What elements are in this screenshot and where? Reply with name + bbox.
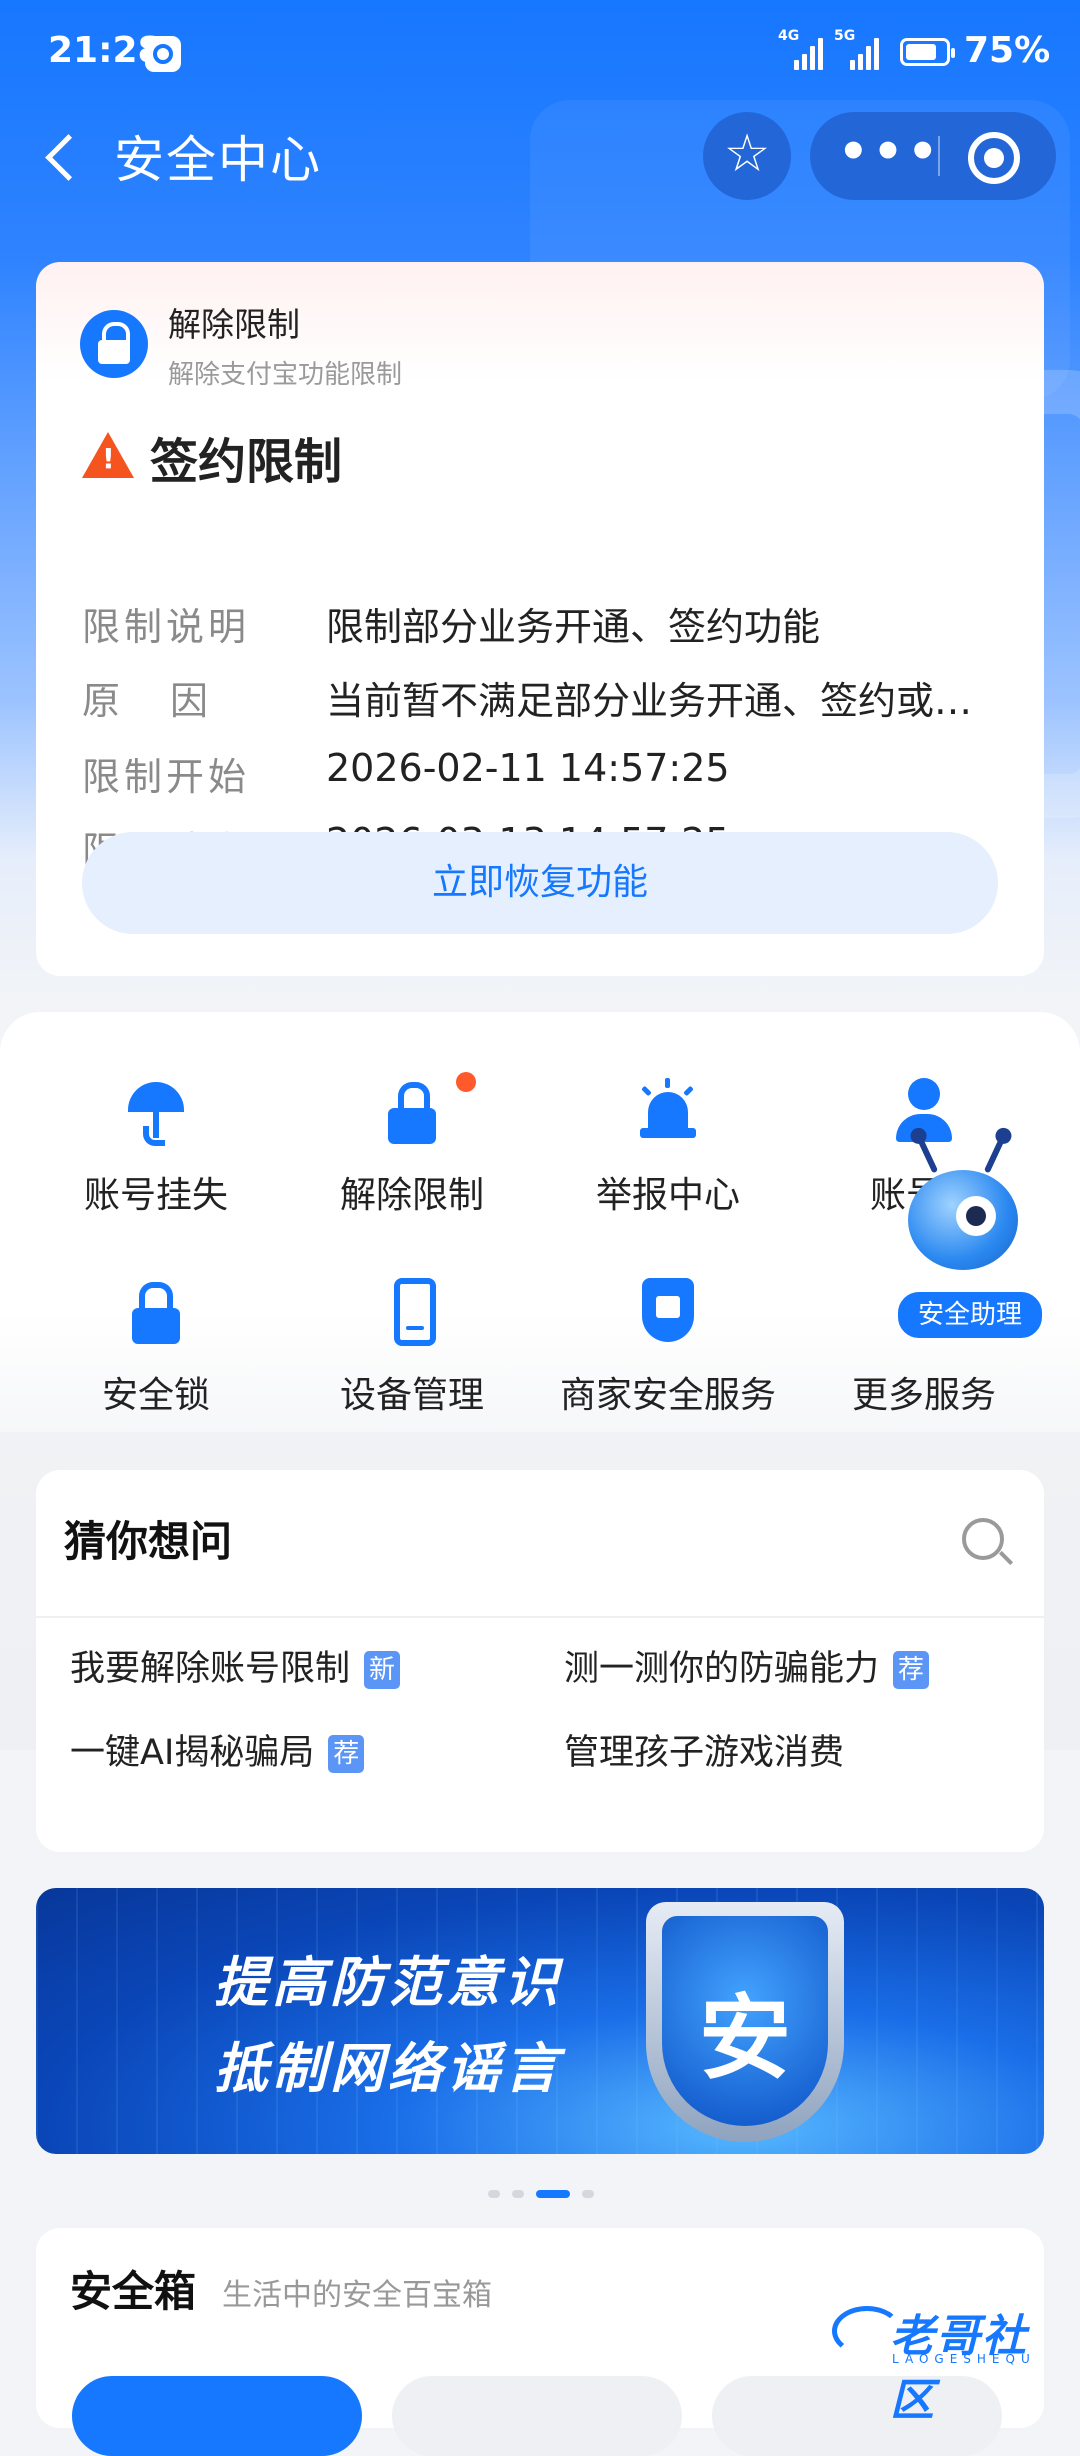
banner-pagination: [488, 2190, 594, 2198]
service-label: 更多服务: [851, 1375, 996, 1416]
warning-icon: !: [82, 432, 134, 478]
page-dot-active: [536, 2190, 570, 2198]
row-value: 限制部分业务开通、签约功能: [326, 605, 821, 649]
banner-line1: 提高防范意识: [214, 1951, 562, 2014]
faq-item[interactable]: 一键AI揭秘骗局荐: [70, 1724, 365, 1775]
battery-icon: [900, 38, 955, 66]
robot-icon: [908, 1170, 1018, 1270]
restriction-card: 解除限制 解除支付宝功能限制 ! 签约限制 限制说明 限制部分业务开通、签约功能…: [36, 262, 1044, 976]
safe-box-tab[interactable]: [392, 2376, 682, 2456]
row-key: 限制说明: [82, 605, 251, 649]
service-label: 商家安全服务: [559, 1375, 776, 1416]
watermark-subtext: LAOGESHEQU: [892, 2352, 1036, 2366]
unlock-icon: [80, 310, 148, 378]
row-value: 2026-02-11 14:57:25: [326, 746, 730, 790]
divider: [36, 1616, 1044, 1618]
page-dot: [488, 2190, 500, 2198]
page-dot: [512, 2190, 524, 2198]
shield-char: 安: [698, 1985, 791, 2092]
unlock-icon: [382, 1078, 442, 1146]
miniapp-capsule: •••: [810, 112, 1056, 200]
page-title: 安全中心: [114, 131, 322, 189]
page-dot: [582, 2190, 594, 2198]
faq-card: 猜你想问 我要解除账号限制新 测一测你的防骗能力荐 一键AI揭秘骗局荐 管理孩子…: [36, 1470, 1044, 1852]
service-label: 安全锁: [101, 1375, 210, 1416]
more-button[interactable]: •••: [838, 128, 938, 180]
row-value: 当前暂不满足部分业务开通、签约或…: [326, 679, 973, 723]
network-type-label: 4G: [778, 28, 800, 44]
assistant-label: 安全助理: [896, 1290, 1044, 1340]
promo-banner[interactable]: 提高防范意识 抵制网络谣言 安: [36, 1888, 1044, 2154]
battery-percent: 75%: [964, 30, 1051, 71]
service-label: 解除限制: [339, 1175, 484, 1216]
restore-function-button[interactable]: 立即恢复功能: [82, 832, 998, 934]
signal-4g-icon: 4G: [778, 28, 826, 70]
capsule-divider: [938, 136, 940, 176]
watermark-logo: 老哥社区 LAOGESHEQU: [832, 2300, 1072, 2426]
new-tag: 新: [364, 1651, 401, 1689]
alarm-icon: [638, 1078, 698, 1146]
favorite-button[interactable]: ☆: [703, 112, 791, 200]
close-miniapp-button[interactable]: [968, 132, 1020, 184]
row-key: 原因: [82, 679, 259, 723]
phone-icon: [382, 1278, 442, 1346]
faq-item[interactable]: 管理孩子游戏消费: [564, 1724, 844, 1775]
restriction-type-title: 签约限制: [150, 434, 343, 490]
security-assistant-button[interactable]: 安全助理: [880, 1130, 1044, 1350]
umbrella-icon: [126, 1078, 186, 1146]
faq-item[interactable]: 测一测你的防骗能力荐: [564, 1640, 930, 1691]
service-label: 举报中心: [595, 1175, 740, 1216]
safe-box-title: 安全箱: [70, 2267, 197, 2316]
row-key: 限制开始: [82, 755, 251, 799]
banner-background: [36, 1888, 1044, 2154]
card-header-subtitle: 解除支付宝功能限制: [168, 360, 403, 390]
notification-dot: [456, 1072, 476, 1092]
signal-5g-icon: 5G: [834, 28, 882, 70]
search-icon[interactable]: [962, 1518, 1004, 1560]
shield-store-icon: [638, 1278, 698, 1346]
safe-box-tab[interactable]: [72, 2376, 362, 2456]
card-header-title: 解除限制: [168, 305, 300, 344]
lock-icon: [126, 1278, 186, 1346]
shield-icon: 安: [646, 1902, 844, 2142]
back-button[interactable]: [38, 125, 98, 189]
recommend-tag: 荐: [328, 1735, 365, 1773]
safe-box-subtitle: 生活中的安全百宝箱: [222, 2278, 492, 2313]
faq-item[interactable]: 我要解除账号限制新: [70, 1640, 401, 1691]
service-label: 账号挂失: [83, 1175, 228, 1216]
banner-line2: 抵制网络谣言: [214, 2037, 562, 2100]
recommend-tag: 荐: [893, 1651, 930, 1689]
network-type-label: 5G: [834, 28, 856, 44]
service-label: 设备管理: [339, 1375, 484, 1416]
faq-title: 猜你想问: [64, 1517, 233, 1566]
notification-app-icon: [145, 36, 181, 72]
star-icon: ☆: [723, 124, 771, 184]
status-bar: 21:28 4G 5G 75%: [0, 0, 1080, 104]
